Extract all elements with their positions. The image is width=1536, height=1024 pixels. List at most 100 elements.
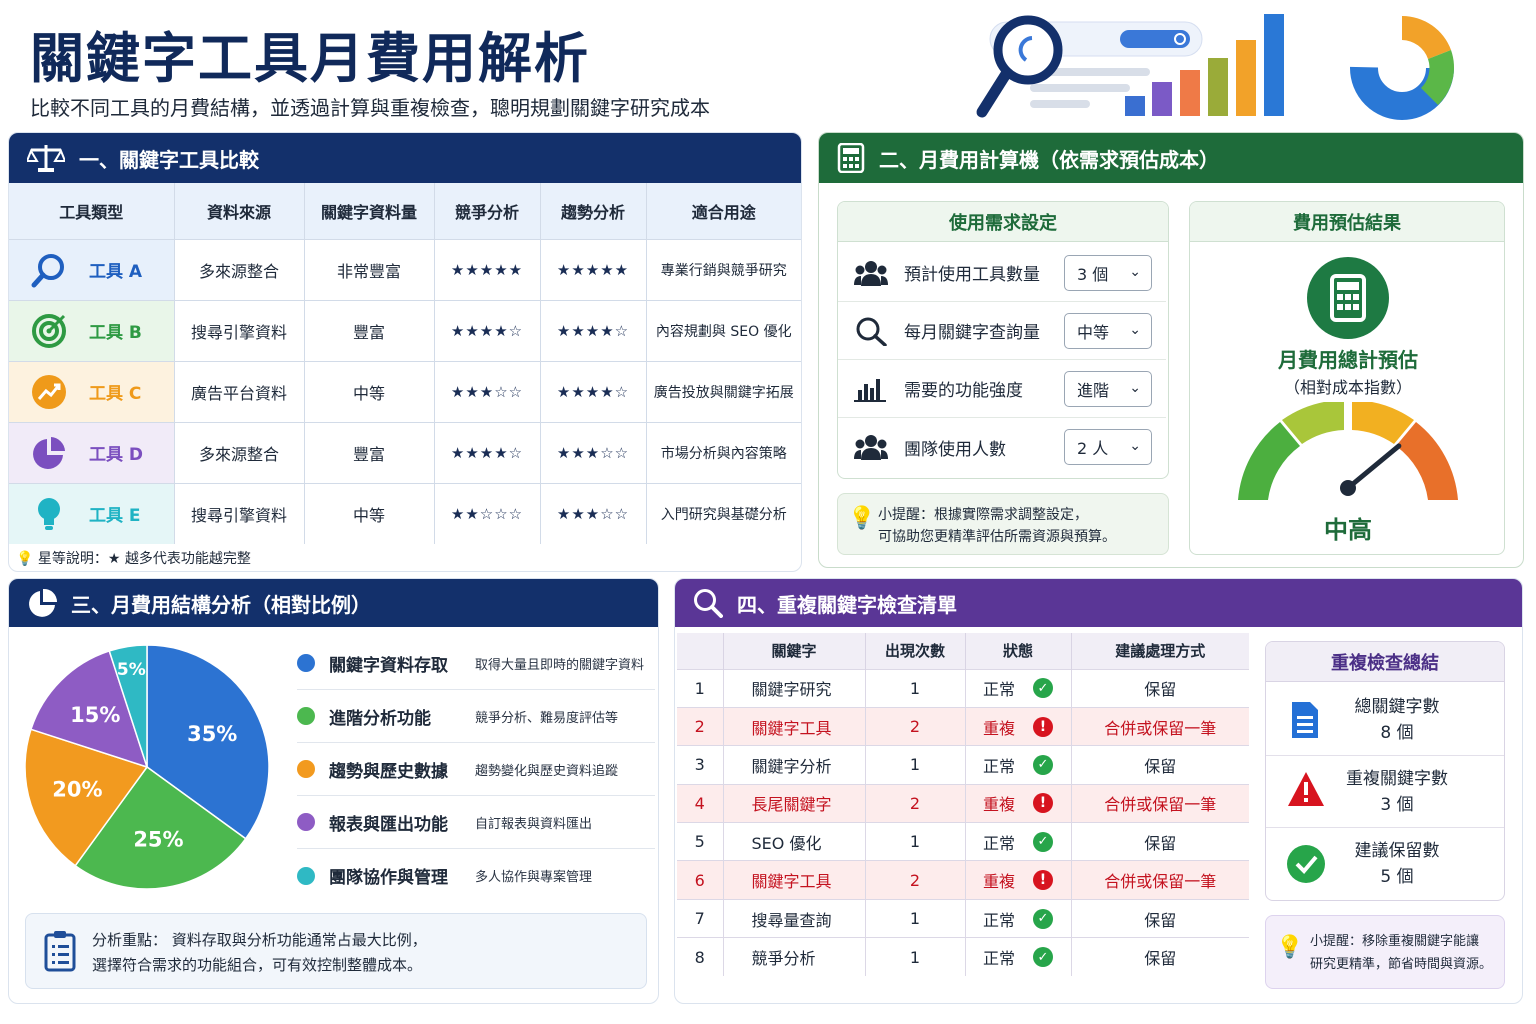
legend-desc: 競爭分析、難易度評估等 xyxy=(475,710,619,726)
gauge-segment-high xyxy=(1396,422,1458,500)
result-value: 中高 xyxy=(1324,516,1372,544)
volume-cell: 豐富 xyxy=(304,421,435,483)
cost-calculator-panel: 二、月費用計算機（依需求預估成本） 使用需求設定 預計使用工具數量 3 個 ⌄ 每… xyxy=(818,132,1524,568)
keyword-cell: 關鍵字研究 xyxy=(723,668,866,708)
calculator-tip: 💡 小提醒：根據實際需求調整設定， 可協助您更精準評估所需資源與預算。 xyxy=(837,493,1169,555)
table-row: 工具 D 多來源整合 豐富 ★★★★☆ ★★★☆☆ 市場分析與內容策略 xyxy=(9,421,801,483)
col-header: 關鍵字 xyxy=(723,633,866,669)
tool-count-select[interactable]: 3 個 ⌄ xyxy=(1064,254,1152,291)
status-cell: 重複! xyxy=(965,860,1072,900)
setting-label: 預計使用工具數量 xyxy=(904,265,1040,285)
action-cell: 保留 xyxy=(1071,745,1249,785)
table-row: 8 競爭分析 1 正常 ✓ 保留 xyxy=(677,937,1249,977)
status-text: 正常 xyxy=(982,833,1015,853)
donut-icon xyxy=(1350,15,1455,120)
volume-cell: 中等 xyxy=(304,482,435,544)
status-cell: 重複! xyxy=(965,783,1072,823)
legend-dot xyxy=(297,866,315,885)
status-text: 重複 xyxy=(982,795,1015,815)
table-row: 工具 E 搜尋引擎資料 中等 ★★☆☆☆ ★★★☆☆ 入門研究與基礎分析 xyxy=(9,482,801,544)
summary-card: 重複檢查總結 總關鍵字數 8 個 重複關鍵字數 3 個 建議保留數 5 個 xyxy=(1265,641,1505,901)
tool-cell: 工具 E xyxy=(9,482,175,544)
count-cell: 1 xyxy=(865,822,966,861)
result-label: 月費用總計預估 xyxy=(1278,348,1418,372)
legend-name: 趨勢與歷史數據 xyxy=(329,761,448,782)
summary-text: 重複關鍵字數 3 個 xyxy=(1342,766,1452,818)
check-icon: ✓ xyxy=(1033,754,1053,775)
lightbulb-icon: 💡 xyxy=(16,551,34,567)
calculator-header: 二、月費用計算機（依需求預估成本） xyxy=(819,133,1523,183)
source-cell: 廣告平台資料 xyxy=(174,360,305,422)
trend-stars: ★★★★★ xyxy=(540,238,647,300)
summary-row: 總關鍵字數 8 個 xyxy=(1266,684,1504,756)
count-cell: 1 xyxy=(865,937,966,977)
status-text: 正常 xyxy=(982,949,1015,969)
use-cell: 專業行銷與競爭研究 xyxy=(646,238,801,300)
pie-label: 15% xyxy=(70,703,120,727)
row-number: 7 xyxy=(677,898,724,938)
pie-chart: 35% 25% 20% 15% 5% xyxy=(24,644,270,890)
keyword-cell: 搜尋量查詢 xyxy=(723,898,866,938)
select-value: 中等 xyxy=(1077,322,1110,342)
pie-icon xyxy=(33,436,65,469)
tool-name: 工具 B xyxy=(89,323,142,343)
select-value: 進階 xyxy=(1077,380,1110,400)
result-subtitle: （相對成本指數） xyxy=(1283,378,1412,397)
count-cell: 2 xyxy=(865,860,966,900)
use-cell: 市場分析與內容策略 xyxy=(646,421,801,483)
comp-stars: ★★☆☆☆ xyxy=(434,482,541,544)
summary-row: 建議保留數 5 個 xyxy=(1266,828,1504,900)
tip-line: 可協助您更精準評估所需資源與預算。 xyxy=(878,529,1116,545)
status-text: 正常 xyxy=(982,910,1015,930)
keyword-table: 關鍵字 出現次數 狀態 建議處理方式 1 關鍵字研究 1 正常 ✓ 保留 2 關鍵字工具 2 重複… xyxy=(677,633,1249,977)
page-subtitle: 比較不同工具的月費結構，並透過計算與重複檢查，聰明規劃關鍵字研究成本 xyxy=(30,96,710,120)
team-icon xyxy=(854,435,888,460)
query-volume-select[interactable]: 中等 ⌄ xyxy=(1064,312,1152,349)
gauge-needle xyxy=(1345,443,1402,491)
action-cell: 保留 xyxy=(1071,898,1249,938)
row-number: 4 xyxy=(677,783,724,823)
gauge-hub xyxy=(1340,480,1356,496)
source-cell: 搜尋引擎資料 xyxy=(174,482,305,544)
status-cell: 正常 ✓ xyxy=(965,745,1072,785)
count-cell: 1 xyxy=(865,745,966,785)
setting-row: 預計使用工具數量 3 個 ⌄ xyxy=(838,244,1166,302)
col-header xyxy=(677,633,724,669)
chevron-down-icon: ⌄ xyxy=(1129,379,1141,396)
feature-level-select[interactable]: 進階 ⌄ xyxy=(1064,370,1152,407)
analysis-line: 選擇符合需求的功能組合，可有效控制整體成本。 xyxy=(92,956,423,974)
document-icon xyxy=(1292,702,1318,738)
section2-title: 二、月費用計算機（依需求預估成本） xyxy=(879,147,1219,172)
legend-name: 報表與匯出功能 xyxy=(329,814,448,835)
warning-icon xyxy=(1288,772,1324,806)
chevron-down-icon: ⌄ xyxy=(1129,438,1141,454)
status-cell: 正常 ✓ xyxy=(965,937,1072,977)
comp-stars: ★★★★☆ xyxy=(434,299,541,361)
chevron-down-icon: ⌄ xyxy=(1129,321,1141,338)
summary-title: 重複檢查總結 xyxy=(1266,642,1504,682)
pie-label: 35% xyxy=(187,722,237,746)
setting-label: 每月關鍵字查詢量 xyxy=(904,323,1040,343)
cost-gauge xyxy=(1238,402,1458,500)
pie-icon xyxy=(29,588,57,617)
action-cell: 保留 xyxy=(1071,668,1249,708)
users-icon xyxy=(854,260,888,286)
legend-item: 關鍵字資料存取 取得大量且即時的關鍵字資料 xyxy=(297,637,655,690)
table-header-row: 關鍵字 出現次數 狀態 建議處理方式 xyxy=(677,633,1249,669)
table-header-row: 工具類型 資料來源 關鍵字資料量 競爭分析 趨勢分析 適合用途 xyxy=(9,183,801,239)
use-cell: 入門研究與基礎分析 xyxy=(646,482,801,544)
team-size-select[interactable]: 2 人 ⌄ xyxy=(1064,429,1152,465)
check-icon: ✓ xyxy=(1033,678,1053,699)
target-icon xyxy=(32,313,66,348)
trend-stars: ★★★★☆ xyxy=(540,360,647,422)
analysis-note: 分析重點： 資料存取與分析功能通常占最大比例， 選擇符合需求的功能組合，可有效控… xyxy=(25,913,647,989)
duplicate-tip: 💡 小提醒：移除重複關鍵字能讓 研究更精準，節省時間與資源。 xyxy=(1265,915,1505,989)
check-icon: ✓ xyxy=(1033,831,1053,852)
tool-name: 工具 A xyxy=(89,262,143,282)
tool-comparison-table: 工具類型 資料來源 關鍵字資料量 競爭分析 趨勢分析 適合用途 工具 A 多來源… xyxy=(9,183,801,544)
keyword-cell: SEO 優化 xyxy=(723,822,866,861)
row-number: 1 xyxy=(677,668,724,708)
setting-row: 需要的功能強度 進階 ⌄ xyxy=(838,360,1166,418)
col-header: 趨勢分析 xyxy=(540,183,647,239)
tool-cell: 工具 A xyxy=(9,238,175,300)
